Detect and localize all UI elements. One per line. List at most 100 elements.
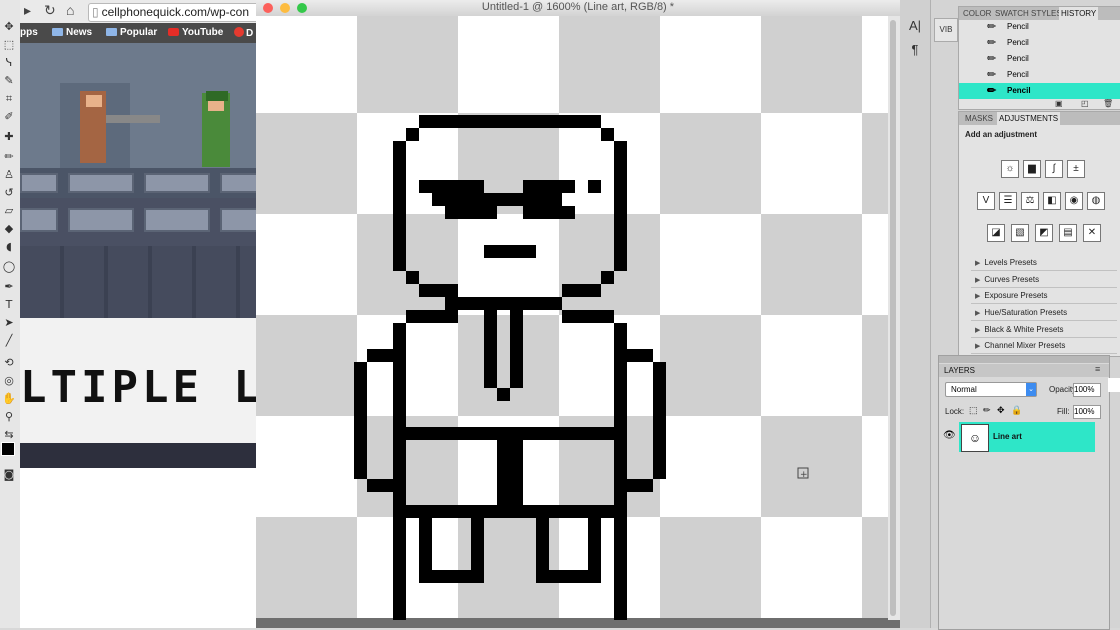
lock-position-icon[interactable]: ✥ — [997, 405, 1005, 416]
line-tool-icon[interactable]: ╱ — [2, 334, 16, 348]
3d-orbit-tool-icon[interactable]: ◎ — [2, 374, 16, 388]
preset-curves[interactable]: ▶ Curves Presets — [971, 272, 1117, 288]
document-icon — [1108, 378, 1120, 392]
history-item[interactable]: ✏ Pencil — [959, 67, 1120, 83]
character-panel-icon[interactable]: A| — [904, 16, 926, 36]
lock-image-icon[interactable]: ✏ — [983, 405, 991, 416]
brightness-contrast-icon[interactable]: ☼ — [1001, 160, 1019, 178]
foreground-color-swatch[interactable] — [1, 442, 15, 456]
eraser-tool-icon[interactable]: ▱ — [2, 204, 16, 218]
posterize-icon[interactable]: ▧ — [1011, 224, 1029, 242]
bookmark-d[interactable]: D — [234, 27, 253, 39]
opacity-field[interactable]: 100% — [1073, 383, 1101, 397]
healing-brush-tool-icon[interactable]: ✚ — [2, 130, 16, 144]
selective-color-icon[interactable]: ✕ — [1083, 224, 1101, 242]
gradient-map-icon[interactable]: ▤ — [1059, 224, 1077, 242]
3d-rotate-tool-icon[interactable]: ⟲ — [2, 356, 16, 370]
tab-masks[interactable]: MASKS — [963, 112, 995, 125]
checkerboard-tile — [256, 214, 357, 315]
history-brush-tool-icon[interactable]: ↺ — [2, 186, 16, 200]
line-art-pixel — [536, 570, 601, 583]
trash-icon[interactable]: 🗑 — [1103, 99, 1113, 108]
home-icon[interactable]: ⌂ — [66, 2, 74, 18]
game-screenshot — [20, 43, 256, 318]
panel-drag-bar[interactable] — [939, 356, 1109, 363]
bookmark-news[interactable]: News — [52, 27, 92, 38]
line-art-pixel — [367, 479, 393, 492]
channel-mixer-icon[interactable]: ◍ — [1087, 192, 1105, 210]
crop-tool-icon[interactable]: ⌗ — [2, 92, 16, 106]
checkerboard-tile — [862, 517, 888, 618]
photo-filter-icon[interactable]: ◉ — [1065, 192, 1083, 210]
pencil-icon: ✏ — [987, 37, 997, 49]
tools-panel: ✥ ⬚ ᓭ ✎ ⌗ ✐ ✚ ✏ ♙ ↺ ▱ ◆ ◖ ◯ ✒ T ➤ ╱ ⟲ ◎ … — [0, 0, 21, 628]
new-document-icon[interactable]: ◰ — [1081, 99, 1089, 108]
line-art-pixel — [445, 297, 458, 310]
lock-all-icon[interactable]: 🔒 — [1011, 405, 1022, 416]
scroll-thumb[interactable] — [890, 20, 896, 616]
vibrance-icon[interactable]: V — [977, 192, 995, 210]
hue-saturation-icon[interactable]: ☰ — [999, 192, 1017, 210]
panel-menu-icon[interactable]: ≡ — [1095, 364, 1100, 374]
layer-name[interactable]: Line art — [993, 432, 1022, 441]
clone-stamp-tool-icon[interactable]: ♙ — [2, 168, 16, 182]
hand-tool-icon[interactable]: ✋ — [2, 392, 16, 406]
lock-transparent-icon[interactable]: ⬚ — [969, 405, 978, 416]
vertical-scrollbar[interactable] — [888, 16, 900, 620]
type-tool-icon[interactable]: T — [2, 298, 16, 312]
layer-row[interactable]: ☺ Line art — [959, 422, 1095, 452]
fill-field[interactable]: 100% — [1073, 405, 1101, 419]
color-balance-icon[interactable]: ⚖ — [1021, 192, 1039, 210]
preset-levels[interactable]: ▶ Levels Presets — [971, 255, 1117, 271]
reload-icon[interactable]: ↻ — [44, 2, 56, 19]
adjustments-panel: MASKS ADJUSTMENTS Add an adjustment ☼ ▆ … — [958, 111, 1120, 357]
checkerboard-tile — [357, 517, 458, 618]
levels-icon[interactable]: ▆ — [1023, 160, 1041, 178]
canvas[interactable]: + — [256, 16, 888, 620]
address-bar[interactable]: ▯ cellphonequick.com/wp-con — [88, 3, 256, 22]
history-item[interactable]: ✏ Pencil — [959, 35, 1120, 51]
eyedropper-tool-icon[interactable]: ✐ — [2, 110, 16, 124]
curves-icon[interactable]: ∫ — [1045, 160, 1063, 178]
preset-channel-mixer[interactable]: ▶ Channel Mixer Presets — [971, 338, 1117, 354]
history-item[interactable]: ✏ Pencil — [959, 19, 1120, 35]
bookmark-popular[interactable]: Popular — [106, 27, 157, 38]
invert-icon[interactable]: ◪ — [987, 224, 1005, 242]
vibrance-button[interactable]: VIB — [934, 18, 958, 42]
preset-hue-saturation[interactable]: ▶ Hue/Saturation Presets — [971, 305, 1117, 321]
move-tool-icon[interactable]: ✥ — [2, 20, 16, 34]
threshold-icon[interactable]: ◩ — [1035, 224, 1053, 242]
black-white-icon[interactable]: ◧ — [1043, 192, 1061, 210]
bookmark-youtube-label: YouTube — [182, 27, 224, 38]
expand-arrow-icon: ▶ — [975, 327, 981, 334]
lasso-tool-icon[interactable]: ᓭ — [2, 56, 16, 70]
tab-layers[interactable]: LAYERS — [944, 366, 975, 375]
forward-icon[interactable]: ▸ — [24, 2, 31, 19]
preset-black-white[interactable]: ▶ Black & White Presets — [971, 322, 1117, 338]
swap-colors-icon[interactable]: ⇆ — [2, 428, 16, 442]
exposure-icon[interactable]: ± — [1067, 160, 1085, 178]
new-snapshot-icon[interactable]: ▣ — [1055, 99, 1063, 108]
path-select-tool-icon[interactable]: ➤ — [2, 316, 16, 330]
bookmark-apps[interactable]: pps — [20, 27, 38, 38]
blend-mode-select[interactable]: Normal ⌄ — [945, 382, 1037, 397]
pixel-art-canvas[interactable]: + — [256, 16, 888, 620]
marquee-tool-icon[interactable]: ⬚ — [2, 38, 16, 52]
dodge-tool-icon[interactable]: ◯ — [2, 260, 16, 274]
tab-adjustments[interactable]: ADJUSTMENTS — [997, 112, 1061, 125]
paint-bucket-tool-icon[interactable]: ◆ — [2, 222, 16, 236]
history-item-selected[interactable]: ✏ Pencil — [959, 83, 1120, 99]
visibility-eye-icon[interactable]: 👁 — [943, 430, 956, 441]
pen-tool-icon[interactable]: ✒ — [2, 280, 16, 294]
quick-mask-icon[interactable]: ◙ — [2, 468, 16, 482]
paragraph-panel-icon[interactable]: ¶ — [904, 40, 926, 60]
checkerboard-tile — [256, 113, 357, 214]
preset-exposure[interactable]: ▶ Exposure Presets — [971, 288, 1117, 304]
blur-tool-icon[interactable]: ◖ — [2, 240, 16, 254]
history-item[interactable]: ✏ Pencil — [959, 51, 1120, 67]
line-art-pixel — [367, 349, 393, 362]
zoom-tool-icon[interactable]: ⚲ — [2, 410, 16, 424]
bookmark-youtube[interactable]: YouTube — [168, 27, 223, 38]
brush-tool-icon[interactable]: ✏ — [2, 150, 16, 164]
quick-select-tool-icon[interactable]: ✎ — [2, 74, 16, 88]
